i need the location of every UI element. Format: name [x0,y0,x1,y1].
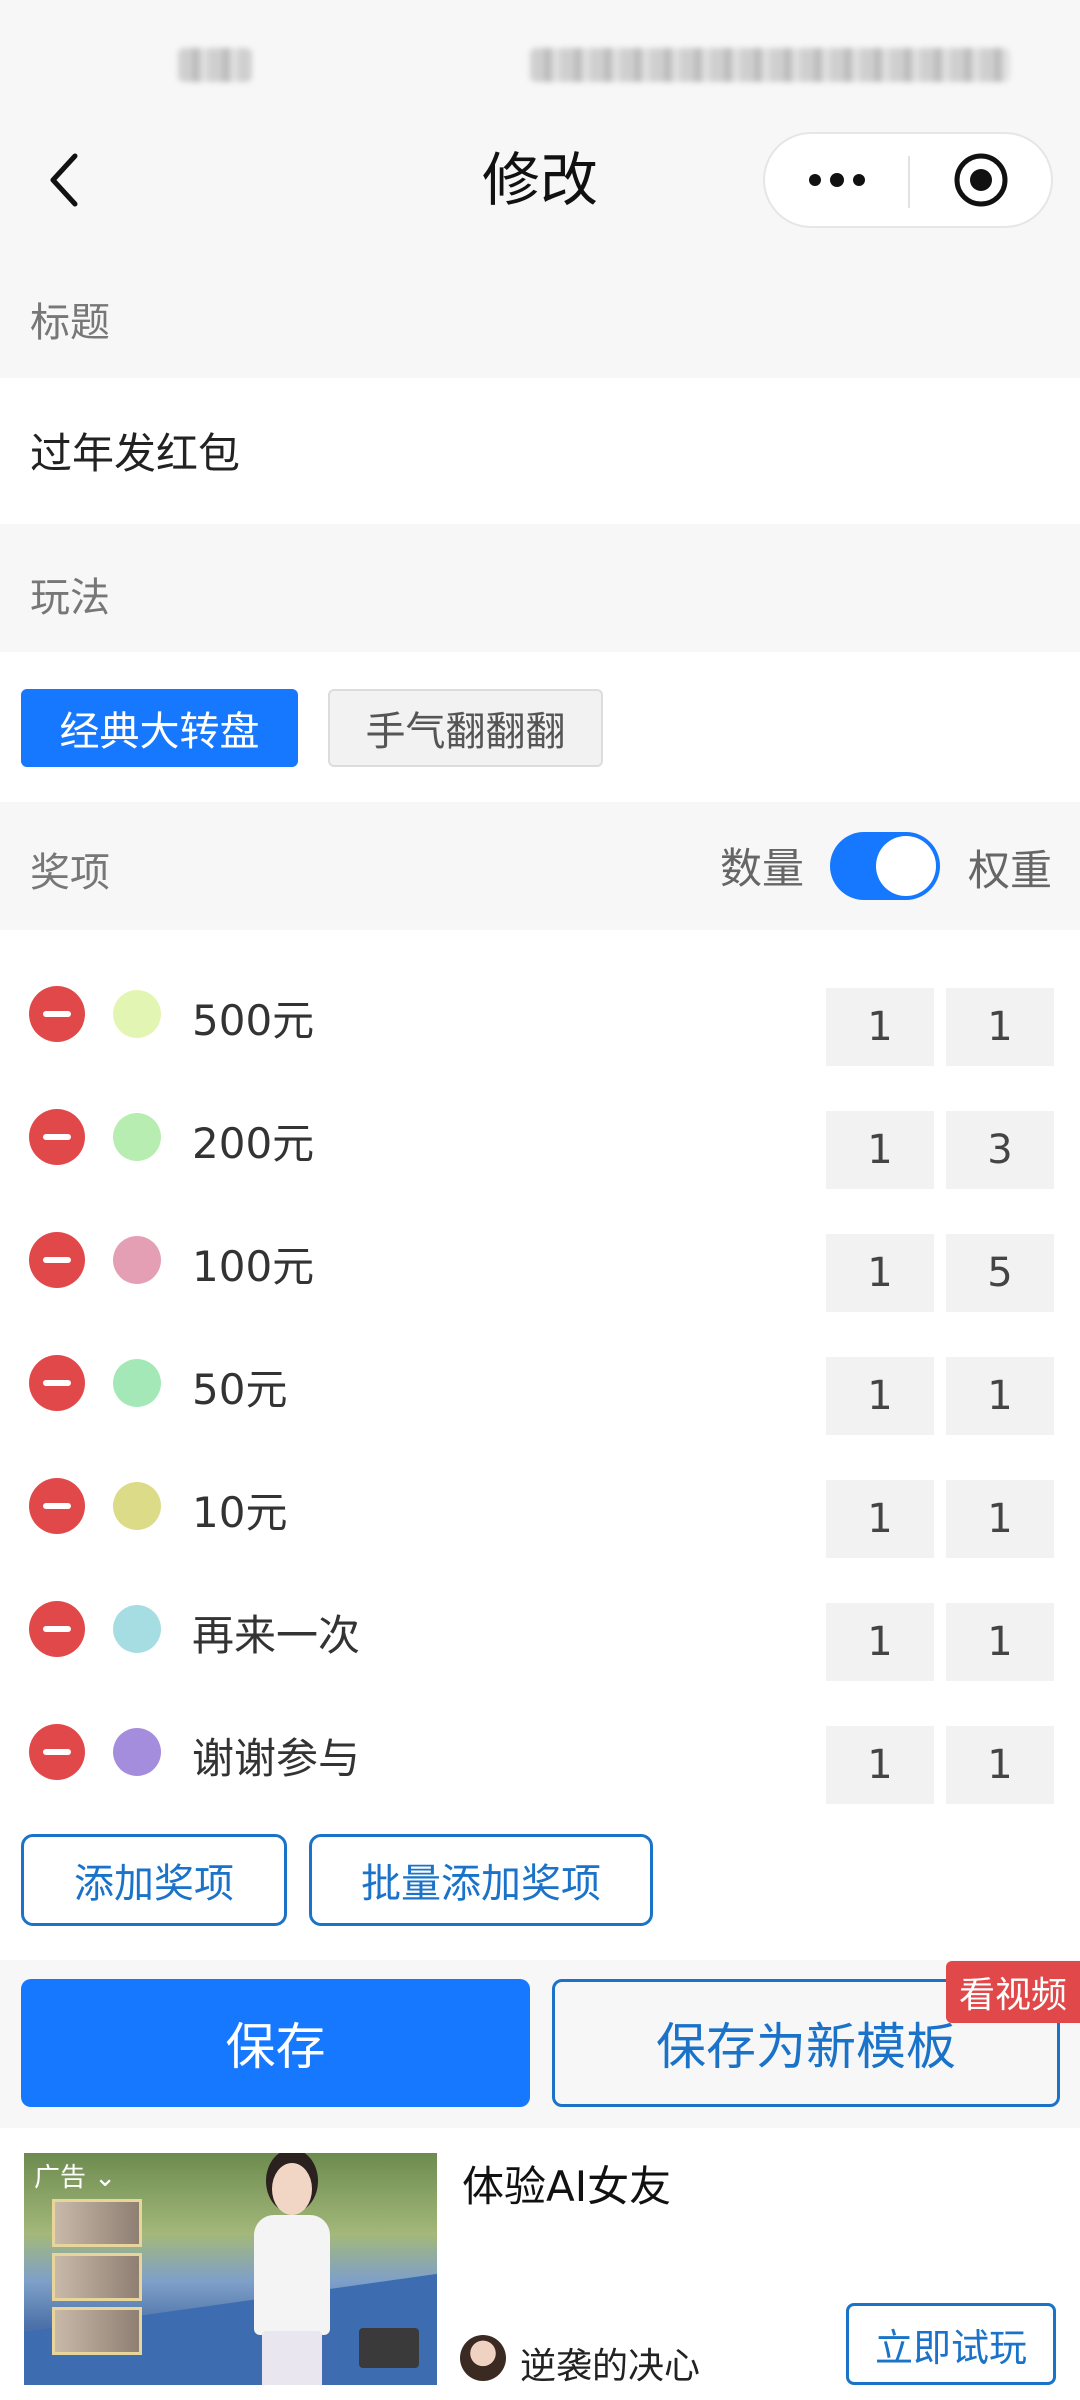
watch-video-badge: 看视频 [946,1961,1080,2023]
ad-image[interactable]: 广告 ⌄ [24,2153,437,2385]
ad-brand-logo [359,2328,419,2368]
miniprogram-capsule [763,132,1053,228]
prize-weight-input[interactable]: 5 [946,1234,1054,1312]
batch-add-prizes-button[interactable]: 批量添加奖项 [309,1834,653,1926]
weight-mode-label: 权重 [968,846,1053,895]
prize-count-input[interactable]: 1 [826,1603,934,1681]
prize-row: 100元 1 5 [0,1196,1080,1319]
prize-color-dot[interactable] [113,1605,161,1653]
chevron-down-icon: ⌄ [86,2163,117,2193]
chevron-left-icon [50,153,78,207]
add-prize-button[interactable]: 添加奖项 [21,1834,287,1926]
prize-color-dot[interactable] [113,1236,161,1284]
remove-prize-button[interactable] [29,1355,85,1411]
prize-name[interactable]: 500元 [192,987,314,1048]
prize-color-dot[interactable] [113,1359,161,1407]
save-button[interactable]: 保存 [21,1979,530,2107]
remove-prize-button[interactable] [29,1601,85,1657]
prize-name[interactable]: 谢谢参与 [192,1725,360,1786]
remove-prize-button[interactable] [29,1109,85,1165]
prize-color-dot[interactable] [113,990,161,1038]
prize-row: 500元 1 1 [0,950,1080,1073]
prize-color-dot[interactable] [113,1728,161,1776]
page-title: 修改 [481,146,598,214]
ad-label[interactable]: 广告 ⌄ [34,2157,116,2194]
ad-author-avatar [460,2335,506,2381]
prize-name[interactable]: 再来一次 [192,1602,360,1663]
count-weight-toggle[interactable] [830,832,940,900]
prize-color-dot[interactable] [113,1482,161,1530]
mode-classic-wheel-button[interactable]: 经典大转盘 [21,689,298,767]
more-dots-icon [808,173,865,187]
prize-count-input[interactable]: 1 [826,1234,934,1312]
prize-count-input[interactable]: 1 [826,988,934,1066]
prize-row: 谢谢参与 1 1 [0,1688,1080,1811]
prize-count-input[interactable]: 1 [826,1357,934,1435]
ad-thumb [52,2199,142,2247]
ad-author-name: 逆袭的决心 [520,2346,701,2387]
prize-weight-input[interactable]: 1 [946,1357,1054,1435]
title-section-label: 标题 [30,300,110,346]
back-button[interactable] [30,140,100,220]
ad-label-text: 广告 [34,2163,87,2193]
status-icons-blurred [530,48,1010,82]
remove-prize-button[interactable] [29,986,85,1042]
prize-weight-input[interactable]: 1 [946,1726,1054,1804]
prize-count-input[interactable]: 1 [826,1480,934,1558]
prize-name[interactable]: 10元 [192,1479,287,1540]
prize-weight-input[interactable]: 1 [946,1480,1054,1558]
status-time-blurred [178,48,252,82]
prize-weight-input[interactable]: 1 [946,1603,1054,1681]
prize-row: 再来一次 1 1 [0,1565,1080,1688]
ad-try-now-button[interactable]: 立即试玩 [846,2303,1056,2385]
mode-flip-cards-button[interactable]: 手气翻翻翻 [328,689,603,767]
title-input[interactable] [30,410,1050,490]
ad-thumb [52,2307,142,2355]
prize-count-input[interactable]: 1 [826,1111,934,1189]
count-mode-label: 数量 [720,844,805,893]
prize-weight-input[interactable]: 3 [946,1111,1054,1189]
prize-row: 200元 1 3 [0,1073,1080,1196]
mode-section-label: 玩法 [30,575,110,621]
prize-row: 50元 1 1 [0,1319,1080,1442]
target-close-icon [954,153,1007,207]
ad-thumb [52,2253,142,2301]
prizes-section-label: 奖项 [30,850,110,896]
remove-prize-button[interactable] [29,1724,85,1780]
prize-color-dot[interactable] [113,1113,161,1161]
prize-row: 10元 1 1 [0,1442,1080,1565]
prize-name[interactable]: 200元 [192,1110,314,1171]
prize-weight-input[interactable]: 1 [946,988,1054,1066]
ad-title[interactable]: 体验AI女友 [462,2153,671,2214]
remove-prize-button[interactable] [29,1478,85,1534]
toggle-knob [876,836,936,896]
close-miniprogram-button[interactable] [910,134,1051,226]
remove-prize-button[interactable] [29,1232,85,1288]
more-button[interactable] [765,134,908,226]
prize-name[interactable]: 50元 [192,1356,287,1417]
ad-person-figure [244,2163,334,2385]
prize-name[interactable]: 100元 [192,1233,314,1294]
prize-count-input[interactable]: 1 [826,1726,934,1804]
status-bar [0,0,1080,120]
